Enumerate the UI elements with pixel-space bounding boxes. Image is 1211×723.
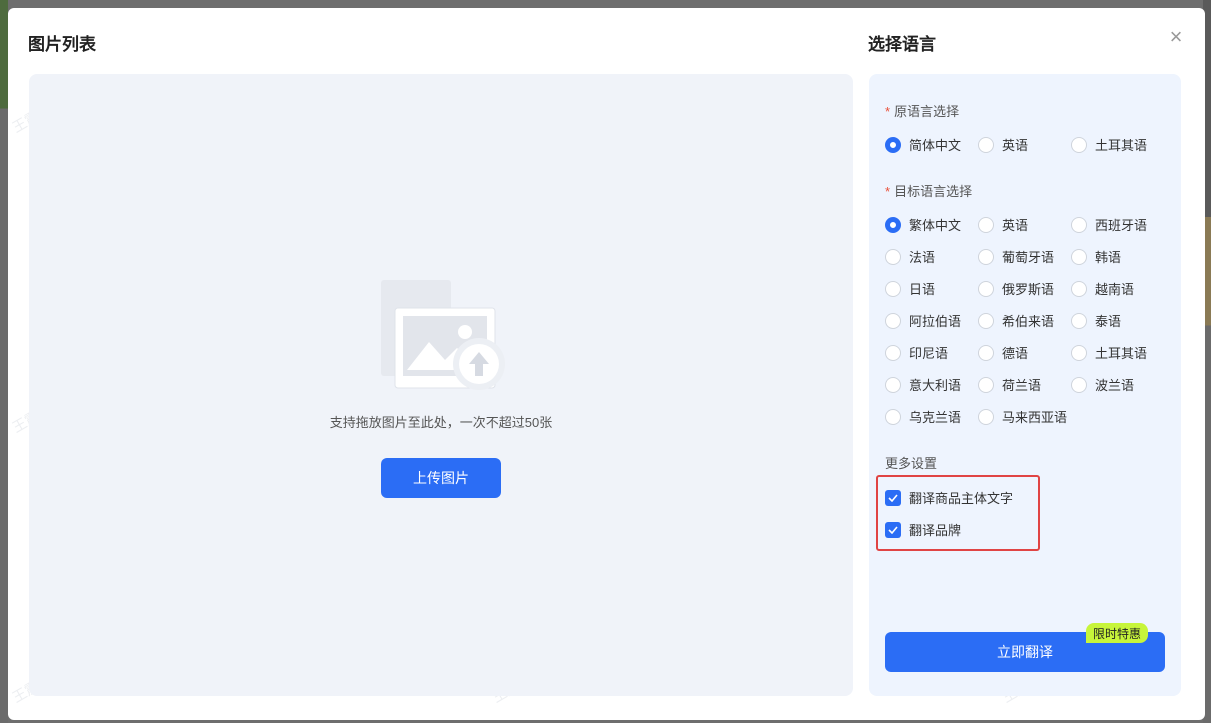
translate-modal: 王震敏 1489 王震敏 1489 王震敏 1489 王震敏 1489 王震敏 … <box>8 8 1205 720</box>
radio-target-russian[interactable]: 俄罗斯语 <box>978 279 1054 298</box>
radio-unchecked-icon <box>1071 280 1087 297</box>
radio-target-malay[interactable]: 马来西亚语 <box>978 407 1067 426</box>
required-mark: * <box>885 104 891 119</box>
promo-badge: 限时特惠 <box>1086 623 1149 643</box>
radio-unchecked-icon <box>978 344 994 361</box>
radio-label: 日语 <box>909 282 936 297</box>
backdrop-left <box>0 0 8 723</box>
checkbox-checked-icon <box>885 521 901 538</box>
checkbox-label: 翻译品牌 <box>909 523 962 538</box>
radio-unchecked-icon <box>978 136 994 153</box>
radio-label: 印尼语 <box>909 346 949 361</box>
radio-label: 葡萄牙语 <box>1002 250 1055 265</box>
radio-label: 意大利语 <box>909 378 962 393</box>
radio-unchecked-icon <box>1071 312 1087 329</box>
radio-target-traditional-chinese[interactable]: 繁体中文 <box>885 215 961 234</box>
radio-label: 波兰语 <box>1095 378 1135 393</box>
radio-unchecked-icon <box>885 376 901 393</box>
upload-image-button[interactable]: 上传图片 <box>381 458 501 498</box>
checkbox-translate-brand[interactable]: 翻译品牌 <box>885 520 961 539</box>
checkbox-label: 翻译商品主体文字 <box>909 491 1014 506</box>
source-language-label-text: 原语言选择 <box>894 104 960 119</box>
upload-hint: 支持拖放图片至此处，一次不超过50张 <box>329 415 553 430</box>
more-settings-label: 更多设置 <box>885 456 938 471</box>
radio-label: 英语 <box>1002 138 1029 153</box>
radio-target-japanese[interactable]: 日语 <box>885 279 935 298</box>
radio-label: 乌克兰语 <box>909 410 962 425</box>
radio-target-indonesian[interactable]: 印尼语 <box>885 343 948 362</box>
radio-target-dutch[interactable]: 荷兰语 <box>978 375 1041 394</box>
radio-unchecked-icon <box>978 216 994 233</box>
target-language-label-text: 目标语言选择 <box>894 184 973 199</box>
radio-checked-icon <box>885 216 901 233</box>
radio-target-hebrew[interactable]: 希伯来语 <box>978 311 1054 330</box>
radio-label: 简体中文 <box>909 138 962 153</box>
radio-target-polish[interactable]: 波兰语 <box>1071 375 1134 394</box>
radio-unchecked-icon <box>978 376 994 393</box>
radio-unchecked-icon <box>885 344 901 361</box>
radio-target-french[interactable]: 法语 <box>885 247 935 266</box>
radio-label: 俄罗斯语 <box>1002 282 1055 297</box>
checkbox-checked-icon <box>885 489 901 506</box>
radio-label: 马来西亚语 <box>1002 410 1068 425</box>
radio-unchecked-icon <box>1071 216 1087 233</box>
radio-label: 德语 <box>1002 346 1029 361</box>
radio-label: 泰语 <box>1095 314 1122 329</box>
radio-label: 越南语 <box>1095 282 1135 297</box>
radio-unchecked-icon <box>978 312 994 329</box>
radio-label: 土耳其语 <box>1095 346 1148 361</box>
highlight-box <box>876 475 1040 551</box>
radio-target-italian[interactable]: 意大利语 <box>885 375 961 394</box>
radio-target-ukrainian[interactable]: 乌克兰语 <box>885 407 961 426</box>
language-settings-panel: * 原语言选择 简体中文 英语 土耳其语 * 目标语言选择 繁体中文 英语 西班牙语… <box>869 74 1181 696</box>
radio-target-thai[interactable]: 泰语 <box>1071 311 1121 330</box>
radio-target-english[interactable]: 英语 <box>978 215 1028 234</box>
radio-unchecked-icon <box>1071 136 1087 153</box>
radio-source-simplified-chinese[interactable]: 简体中文 <box>885 135 961 154</box>
language-select-title: 选择语言 <box>868 35 936 54</box>
radio-unchecked-icon <box>978 408 994 425</box>
radio-source-english[interactable]: 英语 <box>978 135 1028 154</box>
radio-unchecked-icon <box>885 312 901 329</box>
image-upload-icon <box>377 280 507 394</box>
radio-target-vietnamese[interactable]: 越南语 <box>1071 279 1134 298</box>
radio-label: 法语 <box>909 250 936 265</box>
source-language-label: * 原语言选择 <box>885 101 959 120</box>
target-language-label: * 目标语言选择 <box>885 181 972 200</box>
radio-label: 韩语 <box>1095 250 1122 265</box>
radio-unchecked-icon <box>885 280 901 297</box>
radio-label: 荷兰语 <box>1002 378 1042 393</box>
radio-source-turkish[interactable]: 土耳其语 <box>1071 135 1147 154</box>
radio-label: 希伯来语 <box>1002 314 1055 329</box>
radio-target-turkish[interactable]: 土耳其语 <box>1071 343 1147 362</box>
radio-label: 英语 <box>1002 218 1029 233</box>
radio-label: 繁体中文 <box>909 218 962 233</box>
radio-unchecked-icon <box>1071 248 1087 265</box>
radio-target-arabic[interactable]: 阿拉伯语 <box>885 311 961 330</box>
image-list-title: 图片列表 <box>28 35 96 54</box>
radio-target-portuguese[interactable]: 葡萄牙语 <box>978 247 1054 266</box>
radio-unchecked-icon <box>978 280 994 297</box>
checkbox-translate-main-text[interactable]: 翻译商品主体文字 <box>885 488 1013 507</box>
radio-label: 阿拉伯语 <box>909 314 962 329</box>
radio-label: 西班牙语 <box>1095 218 1148 233</box>
radio-label: 土耳其语 <box>1095 138 1148 153</box>
required-mark: * <box>885 184 891 199</box>
radio-target-german[interactable]: 德语 <box>978 343 1028 362</box>
upload-dropzone[interactable]: 支持拖放图片至此处，一次不超过50张 上传图片 <box>29 74 853 696</box>
radio-target-spanish[interactable]: 西班牙语 <box>1071 215 1147 234</box>
radio-unchecked-icon <box>885 408 901 425</box>
radio-unchecked-icon <box>885 248 901 265</box>
radio-unchecked-icon <box>1071 344 1087 361</box>
close-icon[interactable]: × <box>1166 26 1186 48</box>
radio-unchecked-icon <box>1071 376 1087 393</box>
radio-unchecked-icon <box>978 248 994 265</box>
radio-target-korean[interactable]: 韩语 <box>1071 247 1121 266</box>
radio-checked-icon <box>885 136 901 153</box>
